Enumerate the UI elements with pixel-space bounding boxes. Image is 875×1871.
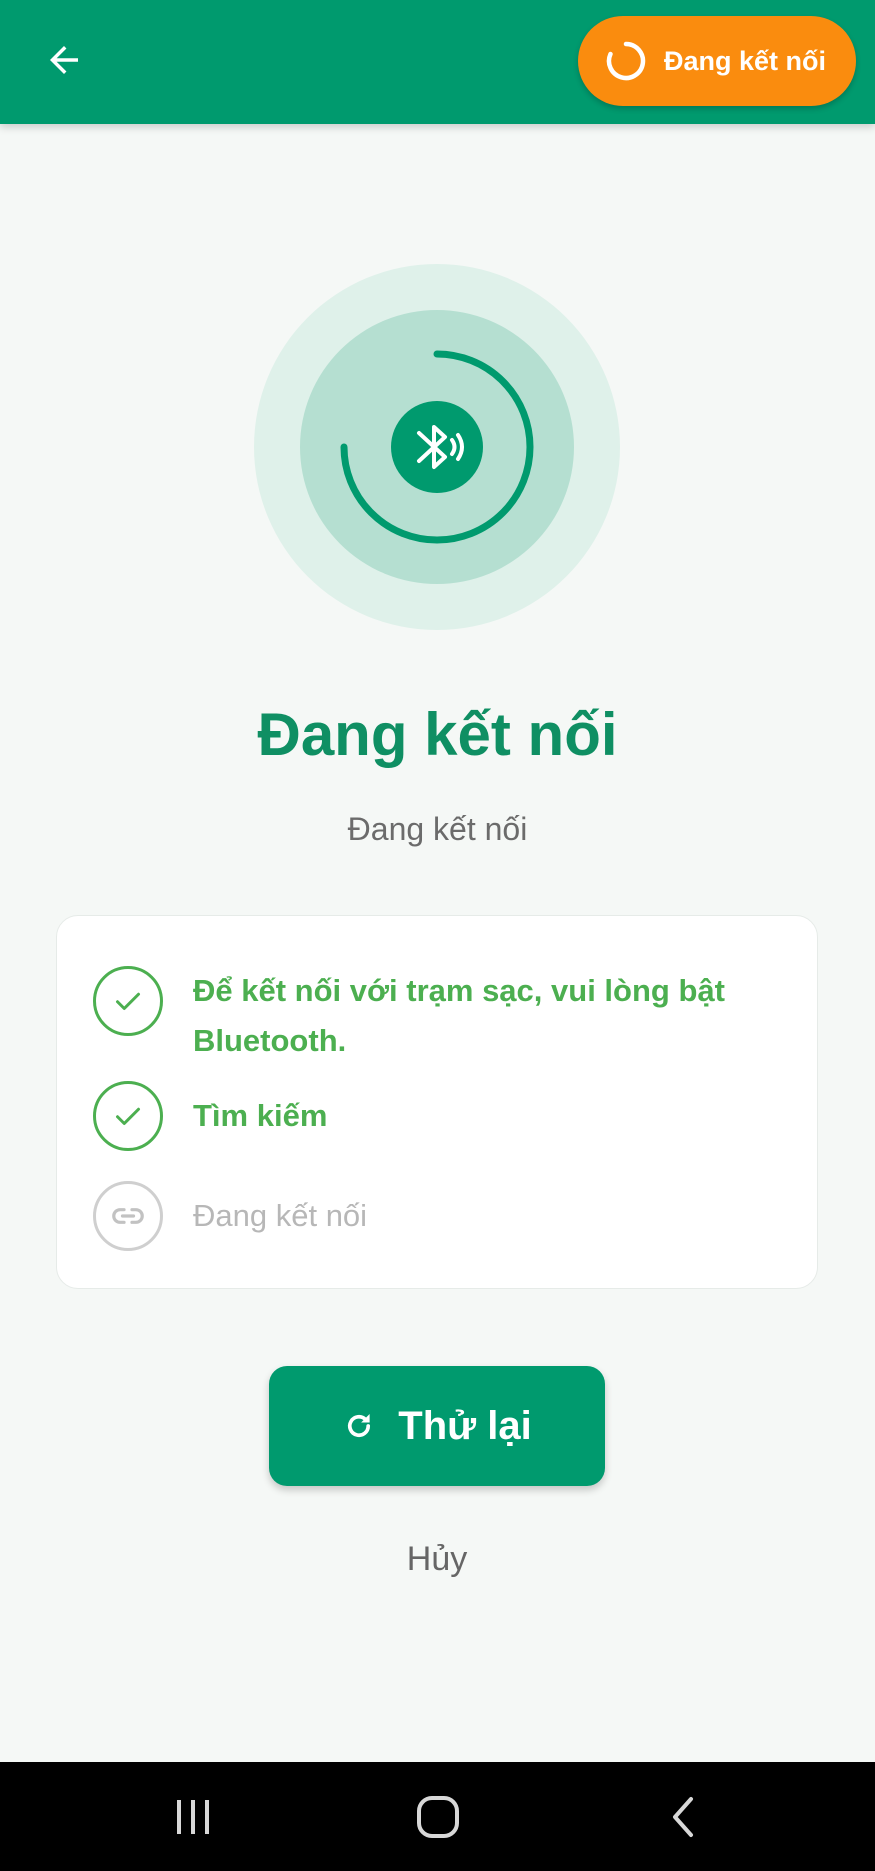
status-badge-label: Đang kết nối <box>664 45 827 76</box>
recent-apps-button[interactable] <box>158 1786 228 1848</box>
check-icon <box>116 1107 140 1125</box>
retry-button[interactable]: Thử lại <box>269 1366 605 1486</box>
cancel-button[interactable]: Hủy <box>337 1540 537 1579</box>
step-label: Để kết nối với trạm sạc, vui lòng bật Bl… <box>193 966 725 1066</box>
home-icon <box>417 1796 459 1838</box>
refresh-icon <box>348 1413 371 1438</box>
step-label: Đang kết nối <box>193 1198 368 1233</box>
check-icon <box>116 992 140 1010</box>
back-chevron-icon <box>673 1797 693 1837</box>
app-bar: Đang kết nối <box>0 0 875 124</box>
page-subtitle: Đang kết nối <box>347 811 528 847</box>
step-label-line-2: Bluetooth. <box>193 1023 347 1058</box>
arrow-left-icon <box>50 46 78 74</box>
step-enable-bluetooth: Để kết nối với trạm sạc, vui lòng bật Bl… <box>93 966 787 1066</box>
retry-button-label: Thử lại <box>398 1403 532 1448</box>
spinner-icon <box>604 39 648 83</box>
link-icon <box>112 1208 144 1224</box>
step-connecting: Đang kết nối <box>93 1181 787 1251</box>
system-back-button[interactable] <box>648 1786 718 1848</box>
step-status-indicator <box>93 1181 163 1251</box>
bluetooth-connect-animation <box>254 264 620 630</box>
home-button[interactable] <box>403 1786 473 1848</box>
step-label: Tìm kiếm <box>193 1098 328 1133</box>
step-status-indicator <box>93 966 163 1036</box>
step-label-line-1: Để kết nối với trạm sạc, vui lòng bật <box>193 973 725 1008</box>
step-search: Tìm kiếm <box>93 1081 787 1151</box>
page-title: Đang kết nối <box>257 701 618 768</box>
connection-status-badge: Đang kết nối <box>578 16 856 106</box>
step-status-indicator <box>93 1081 163 1151</box>
connection-steps-card: Để kết nối với trạm sạc, vui lòng bật Bl… <box>56 915 818 1289</box>
back-button[interactable] <box>36 32 92 88</box>
system-navigation-bar <box>0 1762 875 1871</box>
recent-apps-icon <box>177 1800 209 1834</box>
